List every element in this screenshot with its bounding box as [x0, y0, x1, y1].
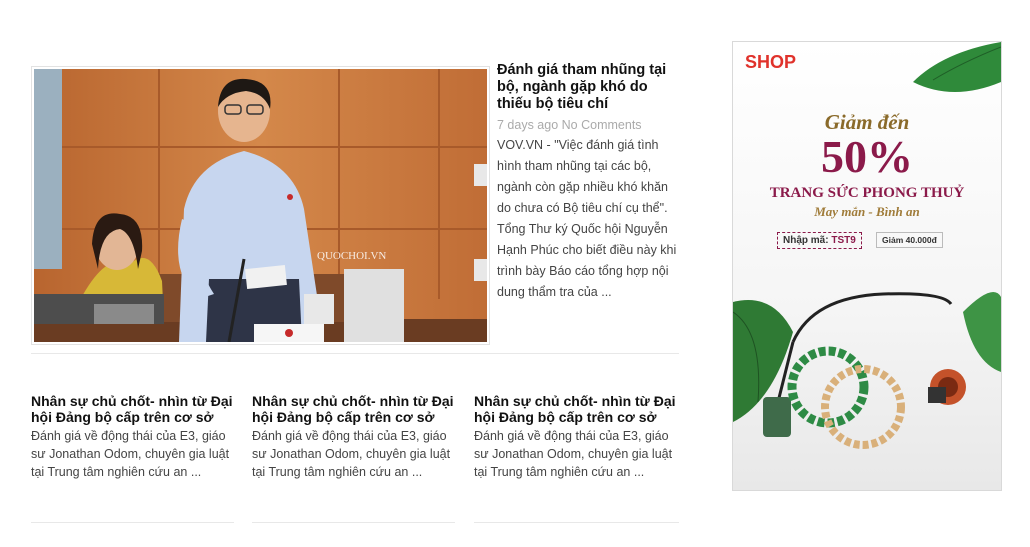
- ad-subtitle: May mắn - Bình an: [814, 204, 920, 219]
- article-card: Nhân sự chủ chốt- nhìn từ Đại hội Đảng b…: [31, 393, 236, 481]
- article-card: Nhân sự chủ chốt- nhìn từ Đại hội Đảng b…: [474, 393, 679, 481]
- article-card-title[interactable]: Nhân sự chủ chốt- nhìn từ Đại hội Đảng b…: [474, 393, 679, 425]
- ad-percent: 50%: [821, 131, 913, 182]
- divider: [31, 353, 679, 354]
- shop-logo: SHOP: [745, 52, 797, 72]
- article-card-excerpt: Đánh giá về động thái của E3, giáo sư Jo…: [31, 429, 230, 479]
- featured-photo: QUOCHOI.VN: [34, 69, 487, 342]
- article-card-title[interactable]: Nhân sự chủ chốt- nhìn từ Đại hội Đảng b…: [31, 393, 236, 425]
- featured-article-title[interactable]: Đánh giá tham nhũng tại bộ, ngành gặp kh…: [497, 62, 679, 113]
- comments-link[interactable]: No Comments: [562, 118, 642, 132]
- article-card: Nhân sự chủ chốt- nhìn từ Đại hội Đảng b…: [252, 393, 457, 481]
- featured-article-text: Đánh giá tham nhũng tại bộ, ngành gặp kh…: [497, 62, 679, 303]
- ad-discount: Giảm 40.000đ: [876, 232, 943, 248]
- ad-promo-code: Nhập mã: TST9: [777, 232, 862, 249]
- ad-title: TRANG SỨC PHONG THUỶ: [769, 185, 965, 201]
- ad-code-label: Nhập mã:: [783, 235, 829, 246]
- divider: [252, 522, 455, 523]
- divider: [474, 522, 679, 523]
- article-card-title[interactable]: Nhân sự chủ chốt- nhìn từ Đại hội Đảng b…: [252, 393, 457, 425]
- featured-article-excerpt: VOV.VN - "Việc đánh giá tình hình tham n…: [497, 138, 677, 299]
- photo-watermark: QUOCHOI.VN: [317, 250, 386, 262]
- article-meta: 7 days ago No Comments: [497, 117, 679, 133]
- sidebar-ad-banner[interactable]: SHOP Giảm đến 50% TRANG SỨC PHONG THUỶ M…: [732, 41, 1002, 491]
- article-card-excerpt: Đánh giá về động thái của E3, giáo sư Jo…: [252, 429, 451, 479]
- featured-article-image[interactable]: QUOCHOI.VN: [31, 66, 490, 345]
- divider: [31, 522, 234, 523]
- ad-code-value: TST9: [831, 235, 856, 246]
- article-date: 7 days ago: [497, 118, 559, 132]
- article-card-excerpt: Đánh giá về động thái của E3, giáo sư Jo…: [474, 429, 673, 479]
